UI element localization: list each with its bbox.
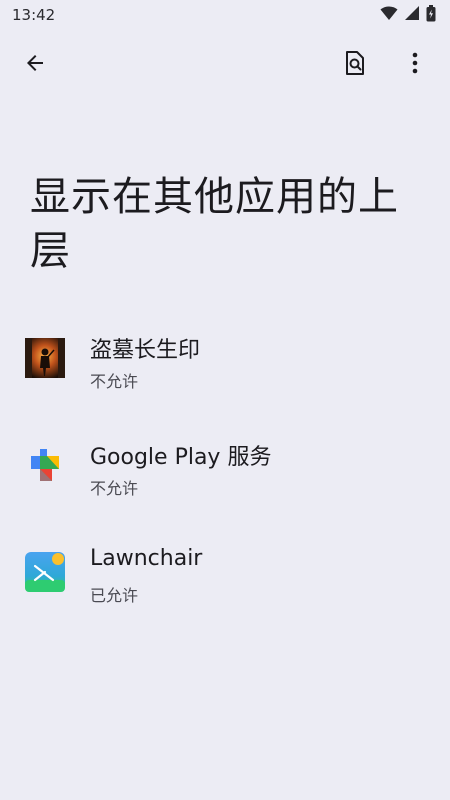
arrow-back-icon	[23, 51, 47, 79]
page-title: 显示在其他应用的上层	[30, 174, 399, 274]
status-icons	[380, 4, 436, 26]
more-options-button[interactable]	[393, 43, 437, 87]
search-settings-button[interactable]	[333, 43, 377, 87]
app-permission-status: 已允许	[90, 586, 139, 605]
app-name: Google Play 服务	[90, 445, 272, 470]
battery-icon	[426, 4, 436, 26]
app-toolbar	[0, 36, 450, 94]
wifi-icon	[380, 5, 398, 25]
app-permission-status: 不允许	[90, 479, 139, 498]
app-list-item[interactable]: 盗墓长生印 不允许	[0, 318, 450, 410]
app-list-item[interactable]: Google Play 服务 不允许	[0, 425, 450, 517]
lawnchair-icon	[25, 552, 65, 592]
signal-icon	[404, 5, 420, 25]
app-name: Lawnchair	[90, 546, 203, 571]
google-play-services-icon	[25, 445, 65, 485]
back-button[interactable]	[13, 43, 57, 87]
more-vert-icon	[412, 52, 418, 78]
status-time: 13:42	[12, 6, 56, 24]
status-bar: 13:42	[0, 0, 450, 30]
game-app-icon	[25, 338, 65, 378]
search-settings-icon	[343, 50, 367, 80]
app-permission-status: 不允许	[90, 372, 139, 391]
app-list-item[interactable]: Lawnchair 已允许	[0, 532, 450, 624]
app-name: 盗墓长生印	[90, 338, 201, 363]
